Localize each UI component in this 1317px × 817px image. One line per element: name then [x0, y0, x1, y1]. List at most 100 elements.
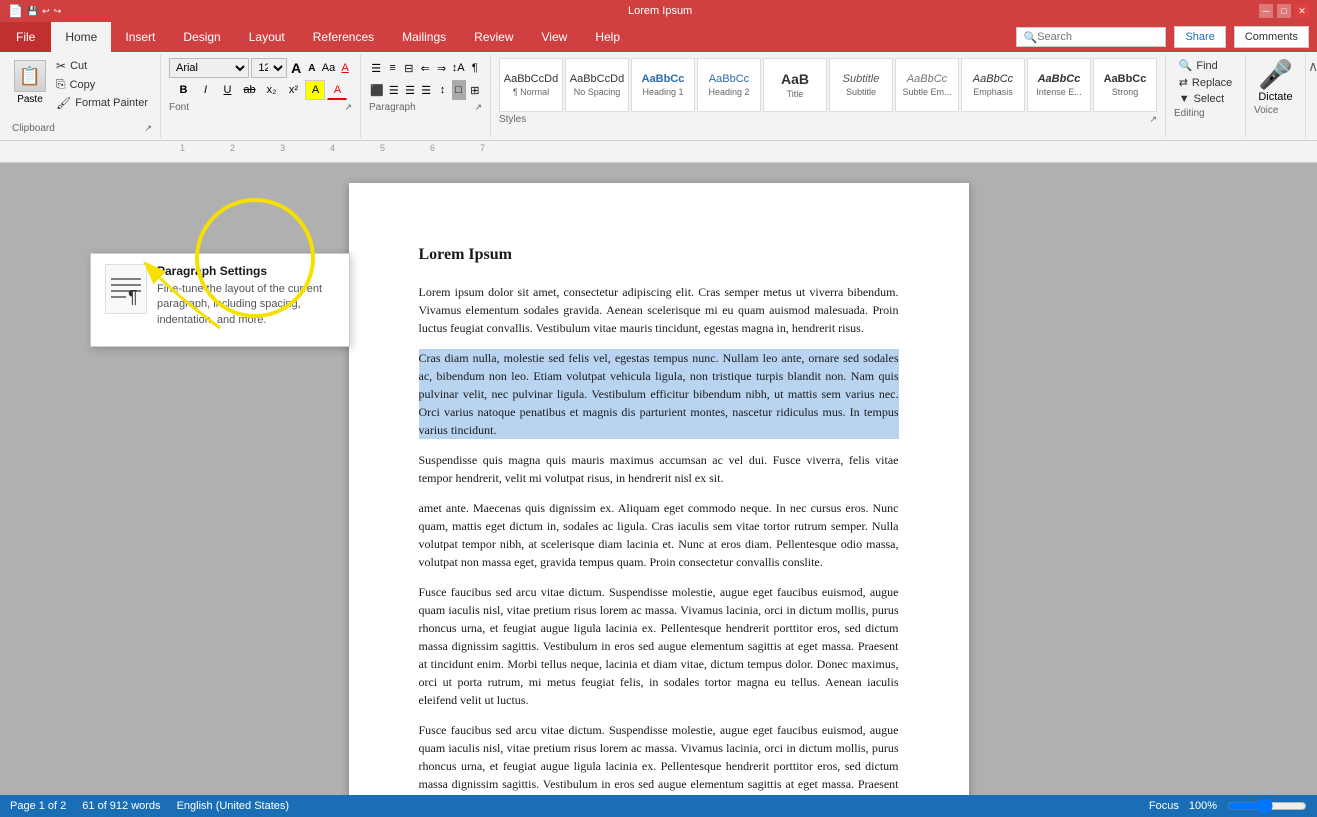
sort-button[interactable]: ↕A [451, 58, 466, 78]
font-size-select[interactable]: 12 [251, 58, 287, 78]
tab-bar: File Home Insert Design Layout Reference… [0, 22, 1317, 52]
tab-view[interactable]: View [528, 22, 582, 52]
tooltip-box: ¶ Paragraph Settings Fine-tune the layou… [90, 253, 350, 347]
format-painter-button[interactable]: 🖌 Format Painter [52, 95, 152, 111]
paste-button[interactable]: 📋 Paste [12, 58, 48, 107]
find-label: Find [1196, 60, 1217, 72]
status-right: Focus 100% [1149, 800, 1307, 812]
paragraph-4[interactable]: amet ante. Maecenas quis dignissim ex. A… [419, 499, 899, 571]
align-left-button[interactable]: ⬛ [369, 80, 385, 100]
ribbon: File Home Insert Design Layout Reference… [0, 22, 1317, 141]
superscript-button[interactable]: x² [283, 80, 303, 100]
replace-icon: ⇄ [1179, 76, 1188, 89]
clipboard-expand-icon[interactable]: ↗ [144, 123, 152, 134]
font-name-select[interactable]: Arial [169, 58, 249, 78]
focus-button[interactable]: Focus [1149, 800, 1179, 812]
status-left: Page 1 of 2 61 of 912 words English (Uni… [10, 800, 289, 812]
highlight-button[interactable]: A [305, 80, 325, 100]
minimize-button[interactable]: ─ [1259, 4, 1273, 18]
font-shrink-button[interactable]: A [305, 58, 319, 78]
font-color-button[interactable]: A [327, 80, 347, 100]
search-icon: 🔍 [1023, 31, 1037, 44]
find-button[interactable]: 🔍 Find [1175, 58, 1237, 73]
align-justify-button[interactable]: ☰ [419, 80, 433, 100]
font-case-button[interactable]: Aa [321, 58, 336, 78]
underline-button[interactable]: U [217, 80, 237, 100]
font-controls: B I U ab x₂ x² A A [173, 80, 347, 100]
shading-button[interactable]: □ [452, 80, 466, 100]
paragraph-3[interactable]: Suspendisse quis magna quis mauris maxim… [419, 451, 899, 487]
style-emphasis[interactable]: AaBbCc Emphasis [961, 58, 1025, 112]
style-heading1[interactable]: AaBbCc Heading 1 [631, 58, 695, 112]
font-group: Arial 12 A A Aa A B I U ab x₂ x² A A [161, 54, 361, 138]
style-subtle-em[interactable]: AaBbCc Subtle Em... [895, 58, 959, 112]
show-formatting-button[interactable]: ¶ [468, 58, 482, 78]
document-page[interactable]: Lorem Ipsum Lorem ipsum dolor sit amet, … [349, 183, 969, 795]
tab-file[interactable]: File [0, 22, 51, 52]
paste-label: Paste [17, 94, 43, 105]
tab-home[interactable]: Home [51, 22, 111, 52]
style-heading2-label: Heading 2 [708, 87, 749, 97]
font-expand-icon[interactable]: ↗ [344, 102, 352, 113]
tab-layout[interactable]: Layout [235, 22, 299, 52]
border-button[interactable]: ⊞ [468, 80, 482, 100]
italic-button[interactable]: I [195, 80, 215, 100]
tab-help[interactable]: Help [581, 22, 634, 52]
decrease-indent-button[interactable]: ⇐ [418, 58, 432, 78]
zoom-slider[interactable] [1227, 800, 1307, 812]
share-button[interactable]: Share [1174, 26, 1225, 48]
window-title: Lorem Ipsum [61, 5, 1259, 17]
comments-button[interactable]: Comments [1234, 26, 1309, 48]
styles-row: AaBbCcDd ¶ Normal AaBbCcDd No Spacing Aa… [499, 58, 1157, 112]
styles-expand-icon[interactable]: ↗ [1149, 114, 1157, 125]
line-spacing-button[interactable]: ↕ [435, 80, 449, 100]
restore-button[interactable]: □ [1277, 4, 1291, 18]
paragraph-6[interactable]: Fusce faucibus sed arcu vitae dictum. Su… [419, 721, 899, 795]
increase-indent-button[interactable]: ⇒ [434, 58, 448, 78]
numbering-button[interactable]: ≡ [385, 58, 399, 78]
font-grow-button[interactable]: A [289, 58, 303, 78]
paragraph-5[interactable]: Fusce faucibus sed arcu vitae dictum. Su… [419, 583, 899, 709]
font-clear-button[interactable]: A [338, 58, 352, 78]
style-normal[interactable]: AaBbCcDd ¶ Normal [499, 58, 563, 112]
replace-button[interactable]: ⇄ Replace [1175, 75, 1237, 90]
tab-mailings[interactable]: Mailings [388, 22, 460, 52]
strikethrough-button[interactable]: ab [239, 80, 259, 100]
close-button[interactable]: ✕ [1295, 4, 1309, 18]
dictate-button[interactable]: 🎤 [1258, 58, 1293, 91]
paragraph-2[interactable]: Cras diam nulla, molestie sed felis vel,… [419, 349, 899, 439]
style-title[interactable]: AaB Title [763, 58, 827, 112]
style-no-spacing[interactable]: AaBbCcDd No Spacing [565, 58, 629, 112]
search-box[interactable]: 🔍 [1016, 27, 1166, 47]
select-label: Select [1194, 93, 1225, 105]
paragraph-expand-icon[interactable]: ↗ [474, 102, 482, 113]
bullets-button[interactable]: ☰ [369, 58, 383, 78]
style-intense-e[interactable]: AaBbCc Intense E... [1027, 58, 1091, 112]
zoom-level: 100% [1189, 800, 1217, 812]
subscript-button[interactable]: x₂ [261, 80, 281, 100]
cut-button[interactable]: ✂ Cut [52, 58, 152, 74]
tab-references[interactable]: References [299, 22, 388, 52]
style-subtitle[interactable]: Subtitle Subtitle [829, 58, 893, 112]
ribbon-collapse[interactable]: ∧ [1306, 54, 1317, 138]
search-input[interactable] [1037, 31, 1159, 43]
multilevel-button[interactable]: ⊟ [402, 58, 416, 78]
collapse-icon[interactable]: ∧ [1308, 58, 1317, 75]
tab-review[interactable]: Review [460, 22, 527, 52]
tab-design[interactable]: Design [169, 22, 234, 52]
paragraph-1[interactable]: Lorem ipsum dolor sit amet, consectetur … [419, 283, 899, 337]
paste-icon: 📋 [14, 60, 46, 92]
style-strong[interactable]: AaBbCc Strong [1093, 58, 1157, 112]
align-right-button[interactable]: ☰ [403, 80, 417, 100]
tab-insert[interactable]: Insert [111, 22, 169, 52]
paragraph-group: ☰ ≡ ⊟ ⇐ ⇒ ↕A ¶ ⬛ ☰ ☰ ☰ ↕ □ ⊞ Paragraph ↗ [361, 54, 491, 138]
replace-label: Replace [1192, 77, 1232, 89]
tooltip-icon-area: ¶ Paragraph Settings Fine-tune the layou… [105, 264, 335, 328]
paragraph-label: Paragraph [369, 102, 416, 113]
select-button[interactable]: ▼ Select [1175, 92, 1237, 106]
style-heading2[interactable]: AaBbCc Heading 2 [697, 58, 761, 112]
window-controls[interactable]: ─ □ ✕ [1259, 4, 1309, 18]
align-center-button[interactable]: ☰ [387, 80, 401, 100]
copy-button[interactable]: ⎘ Copy [52, 76, 152, 93]
bold-button[interactable]: B [173, 80, 193, 100]
